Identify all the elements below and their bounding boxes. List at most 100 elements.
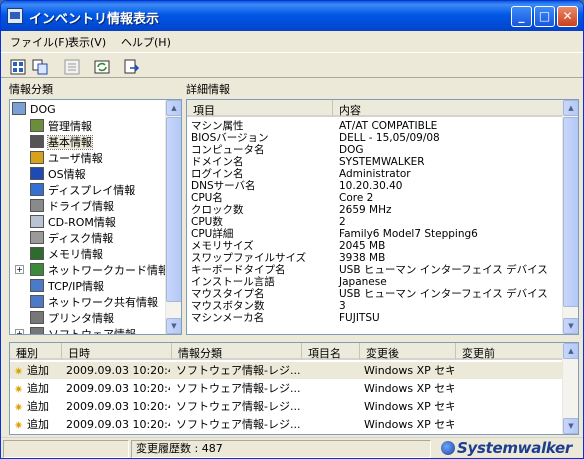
detail-row[interactable]: メモリサイズ 2045 MB [187,240,563,252]
tree-item[interactable]: ディスク情報 [30,230,113,246]
main-window: インベントリ情報表示 _ □ ✕ ファイル(F) 表示(V) ヘルプ(H) 情報… [0,0,584,459]
detail-row[interactable]: キーボードタイプ名 USB ヒューマン インターフェイス デバイス [187,264,563,276]
detail-scrollbar[interactable]: ▲ ▼ [562,100,578,334]
scroll-thumb[interactable] [166,117,181,302]
detail-key: CPU数 [191,216,223,228]
history-cell: ✷追加 [14,416,62,433]
menu-view[interactable]: 表示(V) [68,34,106,50]
network-card-icon [30,263,44,276]
tree-item[interactable]: ディスプレイ情報 [30,182,135,198]
detail-row[interactable]: DNSサーバ名 10.20.30.40 [187,180,563,192]
title-bar[interactable]: インベントリ情報表示 _ □ ✕ [1,1,583,31]
detail-row[interactable]: コンピュータ名 DOG [187,144,563,156]
tree-item[interactable]: 基本情報 [30,134,93,150]
history-row[interactable]: ✷追加 2009.09.03 10:20:42 ソフトウェア情報-レジ... Wind… [10,380,563,397]
history-cell: ✷追加 [14,398,62,415]
tree-item[interactable]: TCP/IP情報 [30,278,104,294]
tree-item[interactable]: ソフトウェア情報 [30,326,136,334]
tree-item[interactable]: CD-ROM情報 [30,214,116,230]
detail-row[interactable]: CPU名 Core 2 [187,192,563,204]
history-cell-text: Windows XP セキ... [364,364,454,377]
history-row[interactable]: ✷追加 2009.09.03 10:20:42 ソフトウェア情報-レジ... Wind… [10,416,563,433]
detail-key: メモリサイズ [191,240,254,252]
copy-button[interactable] [29,56,49,76]
history-cell-text: 追加 [27,382,49,395]
detail-row[interactable]: CPU数 2 [187,216,563,228]
menu-file[interactable]: ファイル(F) [10,34,69,50]
menu-help[interactable]: ヘルプ(H) [121,34,171,50]
history-cell: Windows XP セキ... [364,380,454,397]
column-header-before[interactable]: 変更前 [456,343,566,360]
history-cell-text: 2009.09.03 10:20:42 [66,364,170,377]
column-header-item[interactable]: 項目 [187,100,333,117]
tree-item-label: TCP/IP情報 [48,280,104,293]
scroll-up-arrow[interactable]: ▲ [166,100,181,116]
history-cell: ソフトウェア情報-レジ... [176,380,300,397]
close-button[interactable]: ✕ [557,6,578,27]
scroll-thumb[interactable] [563,117,578,307]
column-header-content[interactable]: 内容 [333,100,563,117]
column-header-after[interactable]: 変更後 [360,343,456,360]
tree-scrollbar[interactable]: ▲ ▼ [165,100,181,334]
tree-item-label: メモリ情報 [48,248,103,261]
export-button[interactable] [121,56,141,76]
tree-item[interactable]: メモリ情報 [30,246,103,262]
scroll-up-arrow[interactable]: ▲ [563,100,578,116]
pane-splitter[interactable] [5,338,579,341]
scroll-down-arrow[interactable]: ▼ [563,318,578,334]
detail-row[interactable]: マウスタイプ名 USB ヒューマン インターフェイス デバイス [187,288,563,300]
tree-item-label: CD-ROM情報 [48,216,116,229]
minimize-button[interactable]: _ [511,6,532,27]
category-tree[interactable]: DOG 管理情報 基本情報 ユーザ情報 OS情報 ディスプレイ情報 ドライブ情報 CD-RO… [9,99,182,335]
change-history-list[interactable]: 種別 日時 情報分類 項目名 変更後 変更前 ✷ 追加 2009.09.03 10:… [9,342,579,435]
tree-item[interactable]: OS情報 [30,166,86,182]
column-header-type[interactable]: 種別 [10,343,62,360]
tree-item[interactable]: 管理情報 [30,118,92,134]
drive-icon [30,199,44,212]
detail-row[interactable]: インストール言語 Japanese [187,276,563,288]
detail-list[interactable]: 項目 内容 マシン属性 AT/AT COMPATIBLE BIOSバージョン DELL… [186,99,579,335]
history-row[interactable]: ✷追加 2009.09.03 10:20:42 ソフトウェア情報-レジ... Wind… [10,434,563,435]
detail-value: 2045 MB [339,240,386,252]
history-row[interactable]: ✷追加 2009.09.03 10:20:42 ソフトウェア情報-レジ... Wind… [10,362,563,379]
tree-item[interactable]: ネットワーク共有情報 [30,294,158,310]
detail-row[interactable]: マウスボタン数 3 [187,300,563,312]
scroll-down-arrow[interactable]: ▼ [166,318,181,334]
detail-row[interactable]: ドメイン名 SYSTEMWALKER [187,156,563,168]
history-cell-text: 2009.09.03 10:20:42 [66,400,170,413]
added-star-icon: ✷ [14,383,24,396]
detail-row[interactable]: クロック数 2659 MHz [187,204,563,216]
tree-root[interactable]: DOG [12,102,56,118]
history-cell-text: 2009.09.03 10:20:42 [66,418,170,431]
column-header-item-name[interactable]: 項目名 [302,343,360,360]
history-scrollbar[interactable]: ▲ ▼ [562,343,578,434]
detail-value: 3 [339,300,346,312]
column-header-category[interactable]: 情報分類 [172,343,302,360]
copy-icon [32,59,48,75]
tree-expander[interactable]: + [15,329,24,334]
tree-expander[interactable]: + [15,265,24,274]
scroll-down-arrow[interactable]: ▼ [563,418,578,434]
detail-row[interactable]: マシン属性 AT/AT COMPATIBLE [187,120,563,132]
scroll-up-arrow[interactable]: ▲ [563,343,578,359]
history-cell-text: 追加 [27,400,49,413]
refresh-button[interactable] [91,56,111,76]
history-row[interactable]: ✷追加 2009.09.03 10:20:42 ソフトウェア情報-レジ... Wind… [10,398,563,415]
tree-item-label: ディスク情報 [48,232,114,245]
tree-item-label: OS情報 [48,168,86,181]
detail-row[interactable]: CPU詳細 Family6 Model7 Stepping6 [187,228,563,240]
tree-item[interactable]: ネットワークカード情報 [30,262,169,278]
detail-row[interactable]: スワップファイルサイズ 3938 MB [187,252,563,264]
detail-row[interactable]: BIOSバージョン DELL - 15,05/09/08 [187,132,563,144]
list-button[interactable] [61,56,81,76]
tree-item[interactable]: ドライブ情報 [30,198,114,214]
detail-row[interactable]: マシンメーカ名 FUJITSU [187,312,563,324]
export-icon [124,59,140,74]
tree-item[interactable]: ユーザ情報 [30,150,103,166]
detail-value: 10.20.30.40 [339,180,403,192]
tree-view-button[interactable] [7,56,27,76]
column-header-datetime[interactable]: 日時 [62,343,172,360]
detail-row[interactable]: ログイン名 Administrator [187,168,563,180]
tree-item[interactable]: プリンタ情報 [30,310,114,326]
maximize-button[interactable]: □ [534,6,555,27]
